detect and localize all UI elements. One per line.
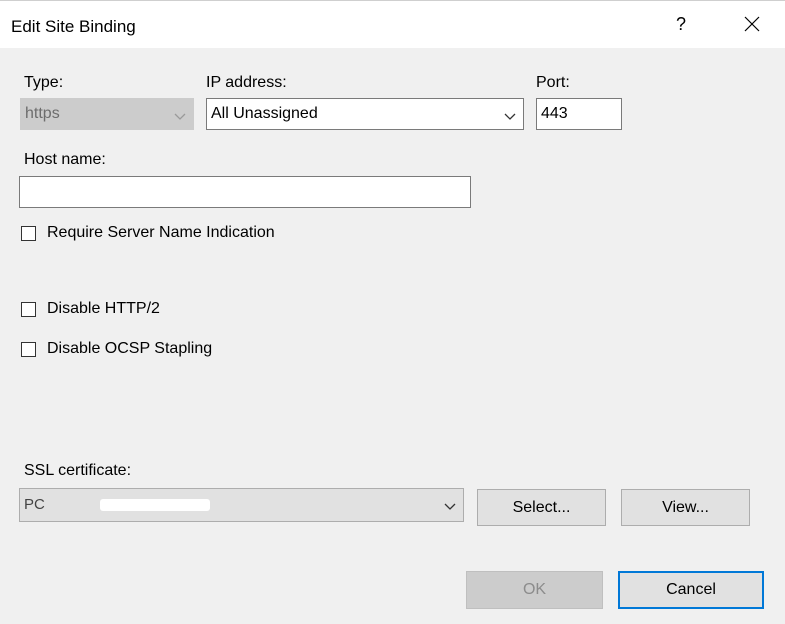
ssl-certificate-value: PC [24, 496, 45, 513]
chevron-down-icon [504, 113, 516, 120]
redaction-mask [100, 499, 210, 511]
ok-button[interactable]: OK [466, 571, 603, 609]
port-input[interactable]: 443 [536, 98, 622, 130]
ok-button-label: OK [522, 581, 547, 598]
disable-ocsp-checkbox[interactable] [21, 341, 36, 357]
close-button[interactable] [732, 7, 772, 41]
require-sni-checkbox[interactable] [21, 225, 36, 241]
port-value: 443 [541, 105, 568, 122]
close-icon [744, 16, 760, 32]
dialog-title: Edit Site Binding [11, 17, 136, 36]
help-button[interactable]: ? [664, 7, 698, 41]
select-certificate-button[interactable]: Select... [477, 489, 606, 526]
select-certificate-button-label: Select... [512, 498, 571, 516]
chevron-down-icon [174, 113, 186, 120]
type-label: Type: [24, 74, 64, 91]
disable-http2-checkbox[interactable] [21, 301, 36, 317]
require-sni-label: Require Server Name Indication [47, 224, 275, 241]
require-sni-option[interactable]: Require Server Name Indication [21, 224, 275, 242]
type-value: https [25, 105, 60, 122]
ip-address-label: IP address: [206, 74, 287, 91]
chevron-down-icon [444, 503, 456, 510]
ssl-certificate-label: SSL certificate: [24, 462, 132, 479]
edit-site-binding-dialog: Edit Site Binding ? Type: https IP addre… [0, 0, 785, 624]
title-bar: Edit Site Binding ? [0, 0, 785, 48]
type-select[interactable]: https [20, 98, 194, 130]
host-name-input[interactable] [19, 176, 471, 208]
help-icon: ? [675, 13, 686, 34]
disable-ocsp-label: Disable OCSP Stapling [47, 340, 213, 357]
host-name-label: Host name: [24, 151, 106, 168]
disable-http2-label: Disable HTTP/2 [47, 300, 160, 317]
ip-address-select[interactable]: All Unassigned [206, 98, 524, 130]
cancel-button[interactable]: Cancel [618, 571, 764, 609]
disable-ocsp-option[interactable]: Disable OCSP Stapling [21, 340, 212, 358]
view-certificate-button-label: View... [662, 498, 709, 516]
port-label: Port: [536, 74, 570, 91]
cancel-button-label: Cancel [666, 581, 716, 598]
disable-http2-option[interactable]: Disable HTTP/2 [21, 300, 160, 318]
view-certificate-button[interactable]: View... [621, 489, 750, 526]
ssl-certificate-select[interactable]: PC [19, 488, 464, 522]
ip-address-value: All Unassigned [211, 105, 318, 122]
